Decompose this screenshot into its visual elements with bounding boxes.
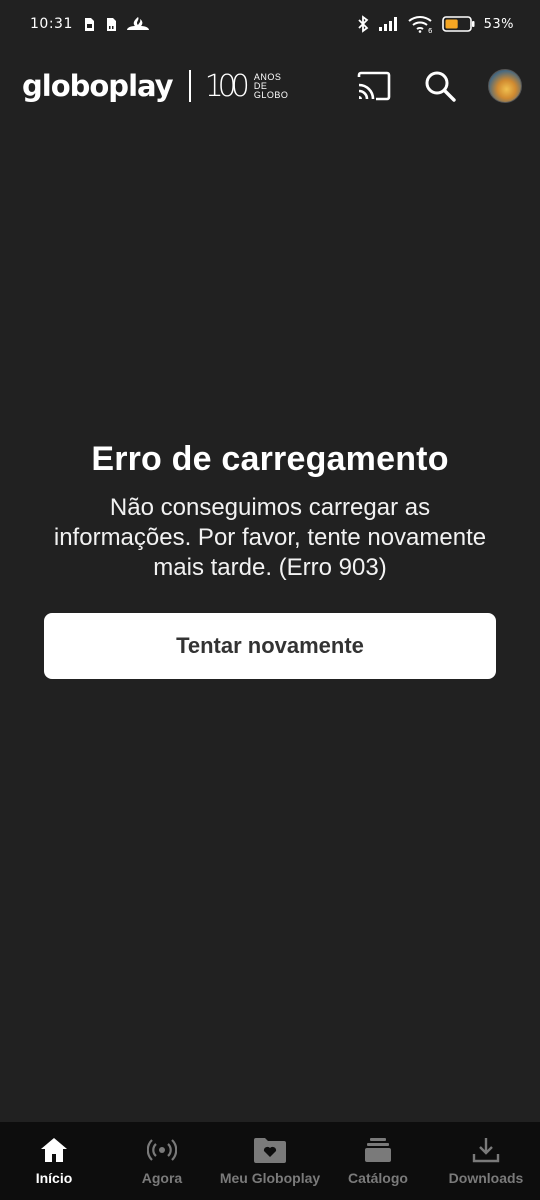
bottom-navigation: Início Agora Meu Globoplay Catálogo Down…	[0, 1122, 540, 1200]
heart-folder-icon	[253, 1136, 287, 1164]
nav-item-label: Agora	[141, 1170, 183, 1186]
anniversary-word: GLOBO	[253, 89, 289, 100]
nav-item-agora[interactable]: Agora	[108, 1122, 216, 1200]
catalog-stack-icon	[364, 1136, 392, 1164]
cast-icon[interactable]	[356, 71, 392, 101]
retry-button[interactable]: Tentar novamente	[44, 613, 496, 679]
live-broadcast-icon	[147, 1136, 177, 1164]
status-time: 10:31	[30, 16, 73, 32]
globo-100-years-logo: 100 ANOS DE GLOBO	[205, 69, 289, 104]
sd-card-icon	[105, 17, 117, 32]
wifi-icon: 6	[407, 15, 434, 33]
nav-item-label: Catálogo	[348, 1170, 408, 1186]
nav-item-label: Downloads	[448, 1170, 524, 1186]
error-message: Não conseguimos carregar as informações.…	[53, 494, 487, 581]
error-title: Erro de carregamento	[91, 440, 449, 478]
battery-percent: 53%	[483, 16, 514, 32]
globoplay-logo[interactable]: globoplay	[22, 69, 174, 103]
home-icon	[39, 1136, 69, 1164]
download-icon	[472, 1136, 500, 1164]
logo-divider	[188, 70, 191, 102]
search-icon[interactable]	[424, 70, 456, 102]
error-panel: Erro de carregamento Não conseguimos car…	[0, 440, 540, 679]
nav-item-downloads[interactable]: Downloads	[432, 1122, 540, 1200]
app-header: globoplay 100 ANOS DE GLOBO	[0, 58, 540, 114]
anniversary-words: ANOS DE GLOBO	[253, 72, 289, 100]
status-bar: 10:31 6 53%	[0, 0, 540, 48]
avatar[interactable]	[488, 69, 522, 103]
battery-icon	[441, 15, 476, 33]
nav-item-label: Meu Globoplay	[219, 1170, 321, 1186]
anniversary-number: 100	[204, 68, 250, 104]
santander-icon	[126, 16, 149, 32]
bluetooth-icon	[356, 15, 370, 33]
nav-item-inicio[interactable]: Início	[0, 1122, 108, 1200]
nav-item-meu-globoplay[interactable]: Meu Globoplay	[216, 1122, 324, 1200]
nav-item-label: Início	[35, 1170, 73, 1186]
sim-card-icon	[83, 17, 95, 32]
nav-item-catalogo[interactable]: Catálogo	[324, 1122, 432, 1200]
signal-icon	[378, 16, 400, 32]
svg-text:6: 6	[428, 27, 433, 33]
